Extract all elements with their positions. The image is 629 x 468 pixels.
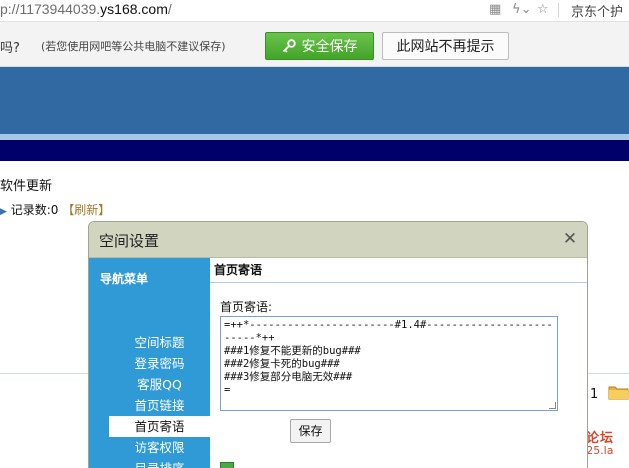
- close-icon[interactable]: ✕: [561, 229, 579, 249]
- safe-save-button[interactable]: 安全保存: [265, 32, 374, 60]
- resize-handle[interactable]: [549, 402, 556, 409]
- safe-save-label: 安全保存: [301, 39, 358, 55]
- toolbar-divider: [558, 3, 559, 17]
- page-nav-band: [0, 140, 629, 161]
- password-note: (若您使用网吧等公共电脑不建议保存): [41, 40, 226, 53]
- qr-icon[interactable]: ▦: [489, 2, 501, 18]
- page-number[interactable]: 1: [590, 387, 598, 402]
- space-settings-dialog: 空间设置 ✕ 导航菜单 空间标题 登录密码 客服QQ 首页链接 首页寄语 访客权…: [88, 221, 588, 468]
- record-count: 记录数:0: [10, 203, 59, 217]
- password-question: 吗?: [0, 41, 20, 56]
- key-icon: [282, 39, 296, 53]
- status-icon: [220, 462, 234, 468]
- section-title: 软件更新: [0, 179, 53, 194]
- star-icon[interactable]: ☆: [537, 2, 549, 18]
- nav-item-dir-order[interactable]: 目录排序: [109, 458, 210, 468]
- nav-menu-title: 导航菜单: [100, 272, 149, 286]
- record-count-row: ▶ 记录数:0 【刷新】: [0, 201, 110, 218]
- panel-title: 首页寄语: [210, 258, 587, 283]
- dialog-titlebar[interactable]: 空间设置 ✕: [89, 222, 587, 258]
- bookmark-link[interactable]: 京东个护: [571, 1, 623, 20]
- nav-sidebar: 导航菜单 空间标题 登录密码 客服QQ 首页链接 首页寄语 访客权限 目录排序: [89, 258, 210, 468]
- address-bar[interactable]: p://1173944039.ys168.com/ ▦ ϟ⌄ ☆ 京东个护: [0, 0, 629, 22]
- nav-item-login-password[interactable]: 登录密码: [109, 353, 210, 374]
- save-button[interactable]: 保存: [290, 419, 331, 443]
- url-text[interactable]: p://1173944039.ys168.com/: [0, 1, 172, 17]
- dialog-title: 空间设置: [99, 232, 160, 250]
- motto-field-label: 首页寄语:: [220, 300, 273, 314]
- lightning-icon[interactable]: ϟ⌄: [512, 2, 531, 18]
- never-remind-label: 此网站不再提示: [396, 39, 495, 55]
- page-header-banner: [0, 67, 629, 134]
- nav-item-home-motto[interactable]: 首页寄语: [109, 416, 210, 437]
- settings-panel: 首页寄语 首页寄语: =++*-----------------------#1…: [210, 258, 587, 468]
- url-prefix: p://1173944039.: [0, 1, 101, 17]
- url-domain: ys168.com: [100, 1, 168, 17]
- nav-item-space-title[interactable]: 空间标题: [109, 332, 210, 353]
- nav-item-home-link[interactable]: 首页链接: [109, 395, 210, 416]
- refresh-link[interactable]: 【刷新】: [62, 203, 110, 217]
- motto-textarea[interactable]: =++*-----------------------#1.4#--------…: [220, 316, 558, 411]
- nav-item-visitor-permission[interactable]: 访客权限: [109, 437, 210, 458]
- url-suffix: /: [167, 1, 172, 17]
- folder-icon[interactable]: [608, 384, 629, 400]
- nav-item-support-qq[interactable]: 客服QQ: [109, 374, 210, 395]
- motto-text: =++*-----------------------#1.4#--------…: [224, 319, 553, 396]
- never-remind-button[interactable]: 此网站不再提示: [382, 32, 509, 60]
- caret-icon: ▶: [0, 207, 7, 217]
- password-save-bar: 吗? (若您使用网吧等公共电脑不建议保存) 安全保存 此网站不再提示: [0, 22, 629, 67]
